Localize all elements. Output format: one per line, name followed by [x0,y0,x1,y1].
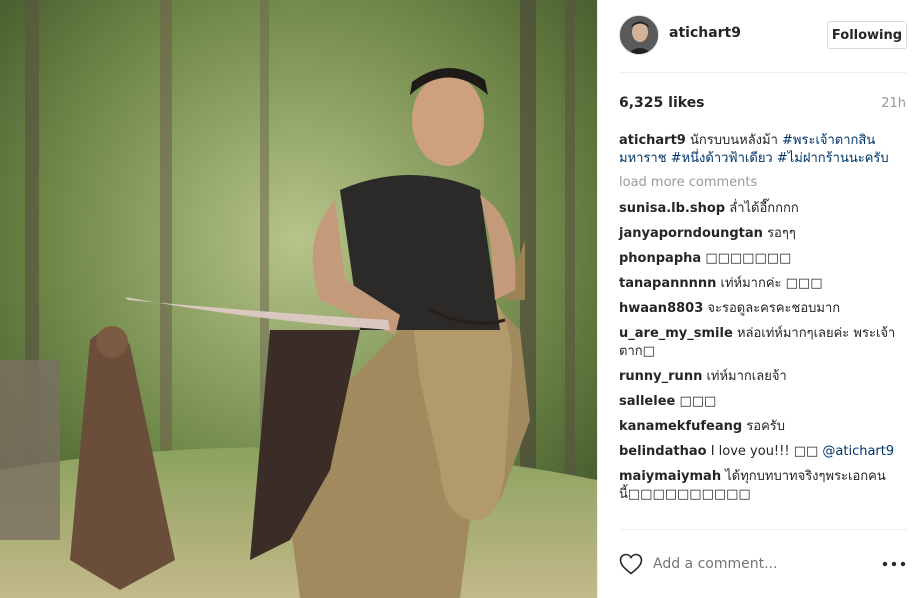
post-photo [0,0,597,598]
caption: atichart9 นักรบบนหลังม้า #พระเจ้าตากสินม… [619,132,904,168]
hashtag[interactable]: #หนึ่งด้าวฟ้าเดียว [671,151,773,166]
comment-text: I love you!!! □□ [710,444,819,459]
post-header: atichart9 Following [598,0,912,72]
footer-divider [619,529,907,530]
comment-bar [598,541,912,598]
comment: kanamekfufeang รอครับ [619,418,904,436]
comment: sunisa.lb.shop ล่ำได้อี๊กกกก [619,200,904,218]
likes-count[interactable]: 6,325 likes [619,95,705,111]
header-divider [619,72,907,73]
post-time[interactable]: 21h [881,96,906,111]
add-comment-input[interactable] [653,553,853,575]
comment-text: เท่ห์มากเลยจ้า [706,369,787,384]
comment: hwaan8803 จะรอดูละครคะชอบมาก [619,300,904,318]
comment-user[interactable]: sallelee [619,394,675,409]
comment-user[interactable]: phonpapha [619,251,701,266]
comment-text: เท่ห์มากค่ะ □□□ [720,276,823,291]
comment-user[interactable]: kanamekfufeang [619,419,742,434]
comment-mention[interactable]: @atichart9 [822,444,894,459]
comment-user[interactable]: belindathao [619,444,707,459]
caption-text: นักรบบนหลังม้า [690,133,783,148]
comments-section: atichart9 นักรบบนหลังม้า #พระเจ้าตากสินม… [619,132,904,511]
post-sidebar: atichart9 Following 6,325 likes 21h atic… [597,0,912,598]
comment-user[interactable]: hwaan8803 [619,301,703,316]
comment: maiymaiymah ได้ทุกบทบาทจริงๆพระเอกคนนี้□… [619,468,904,504]
comment-user[interactable]: tanapannnnn [619,276,716,291]
comment: belindathao I love you!!! □□ @atichart9 [619,443,904,461]
comment-text: ล่ำได้อี๊กกกก [729,201,799,216]
username[interactable]: atichart9 [669,25,741,41]
hashtag[interactable]: #ไม่ฝากร้านนะครับ [777,151,889,166]
comment-user[interactable]: maiymaiymah [619,469,721,484]
comment: phonpapha □□□□□□□ [619,250,904,268]
comment: janyaporndoungtan รอๆๆ [619,225,904,243]
load-more-comments-link[interactable]: load more comments [619,174,904,192]
comment-text: □□□□□□□ [705,251,792,266]
comment-text: รอครับ [746,419,786,434]
comment: u_are_my_smile หล่อเท่ห์มากๆเลยค่ะ พระเจ… [619,325,904,361]
comment-user[interactable]: u_are_my_smile [619,326,733,341]
avatar[interactable] [619,15,659,55]
comment-text: จะรอดูละครคะชอบมาก [707,301,841,316]
comment: runny_runn เท่ห์มากเลยจ้า [619,368,904,386]
more-options-icon[interactable] [881,553,907,575]
comment-user[interactable]: runny_runn [619,369,702,384]
comment: tanapannnnn เท่ห์มากค่ะ □□□ [619,275,904,293]
comment: sallelee □□□ [619,393,904,411]
comment-user[interactable]: janyaporndoungtan [619,226,763,241]
comment-text: □□□ [679,394,717,409]
caption-user[interactable]: atichart9 [619,133,686,148]
comment-user[interactable]: sunisa.lb.shop [619,201,725,216]
heart-outline-icon[interactable] [619,553,643,575]
following-button[interactable]: Following [827,21,907,49]
comment-text: รอๆๆ [767,226,796,241]
